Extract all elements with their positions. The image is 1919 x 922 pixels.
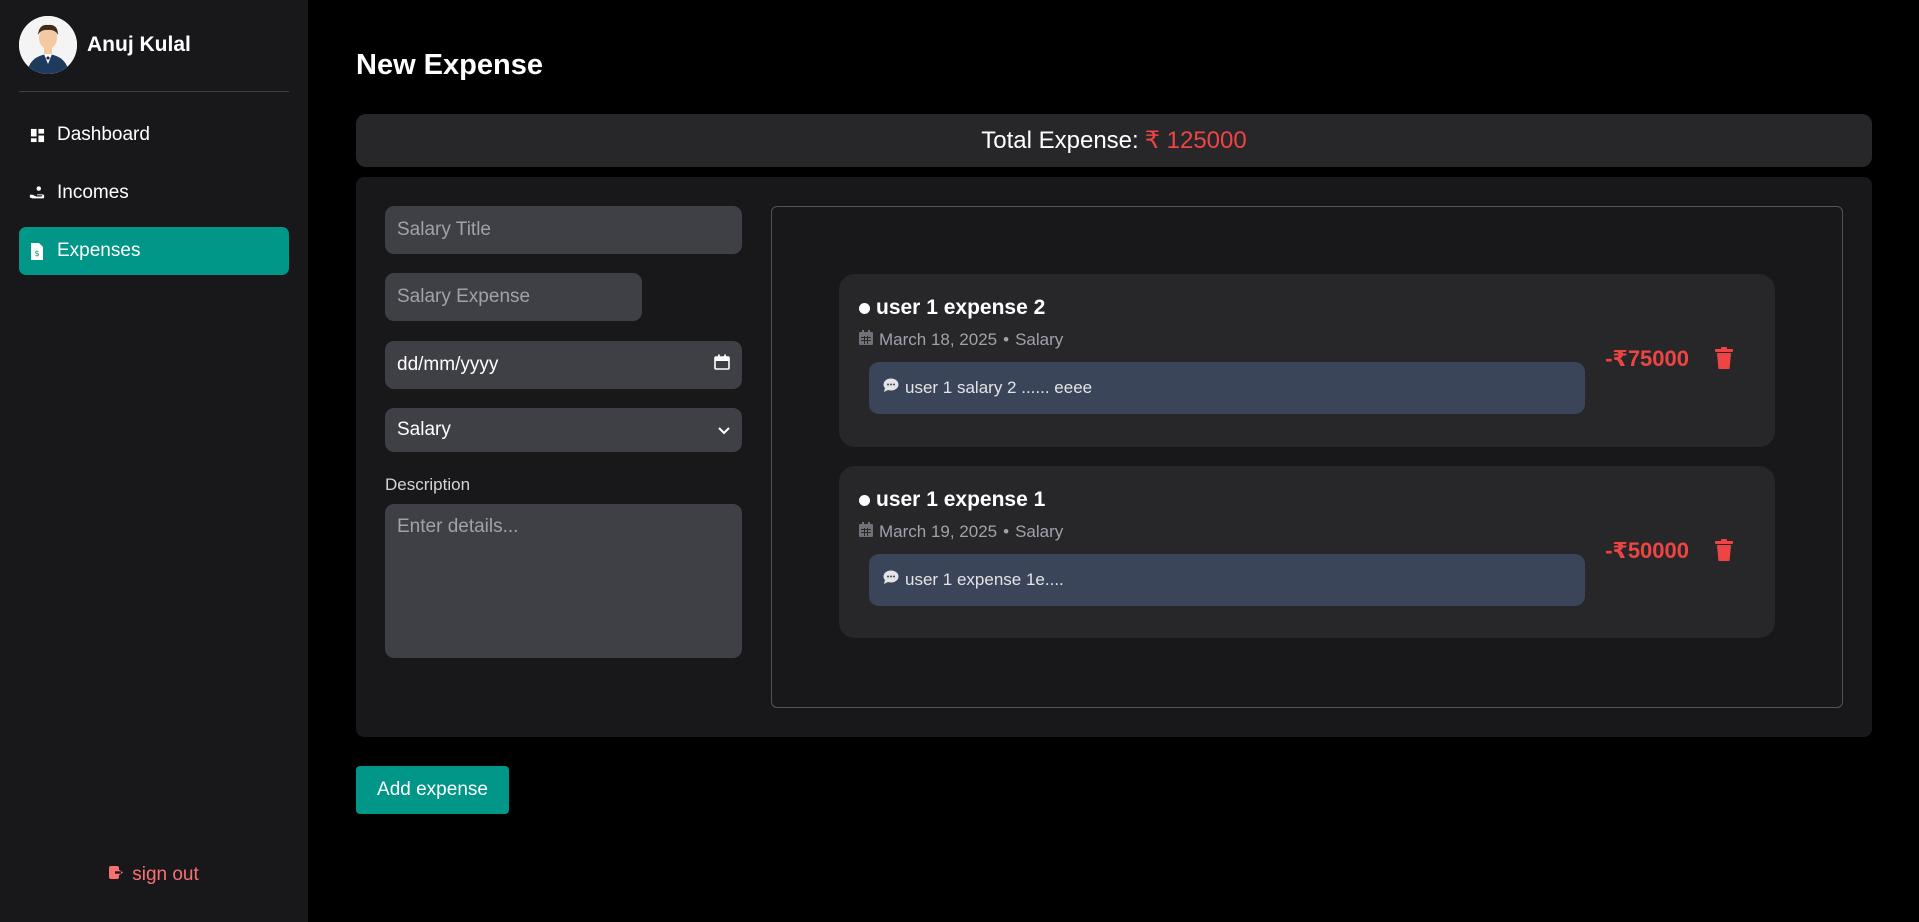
page-title: New Expense [356, 49, 543, 81]
expense-note-text: user 1 expense 1e.... [905, 570, 1064, 589]
calendar-icon[interactable] [714, 354, 730, 376]
expense-form: Salary Title Salary Expense dd/mm/yyyy S… [385, 206, 742, 708]
sidebar: Anuj Kulal Dashboard Incomes $ Expenses [0, 0, 308, 922]
description-label: Description [385, 475, 471, 494]
profile: Anuj Kulal [19, 16, 289, 92]
amount-input[interactable]: Salary Expense [385, 273, 642, 321]
expense-title: user 1 expense 1 [859, 488, 1755, 512]
expense-amount: -₹75000 [1605, 346, 1689, 371]
expense-date: March 19, 2025 [879, 522, 998, 541]
category-value: Salary [397, 419, 451, 440]
expense-date: March 18, 2025 [879, 330, 998, 349]
sidebar-item-label: Expenses [57, 240, 141, 261]
calendar-icon [859, 330, 873, 350]
meta-separator: • [1003, 330, 1010, 349]
delete-trash-icon[interactable] [1715, 539, 1733, 566]
expense-amount: -₹50000 [1605, 538, 1689, 563]
svg-text:$: $ [34, 249, 39, 258]
expense-note: user 1 expense 1e.... [869, 554, 1585, 606]
user-name: Anuj Kulal [87, 33, 191, 56]
sign-out-icon [109, 864, 126, 886]
sidebar-item-label: Incomes [57, 182, 129, 203]
calendar-icon [859, 522, 873, 542]
expense-panel: Salary Title Salary Expense dd/mm/yyyy S… [356, 177, 1872, 737]
comment-icon [883, 378, 899, 398]
total-label: Total Expense: [981, 126, 1139, 154]
expense-title: user 1 expense 2 [859, 296, 1755, 320]
bullet-dot-icon [859, 494, 870, 506]
category-select[interactable]: Salary [385, 408, 742, 452]
meta-separator: • [1003, 522, 1010, 541]
description-textarea[interactable]: Enter details... [385, 504, 742, 658]
expense-title-text: user 1 expense 2 [876, 296, 1046, 319]
expense-note-text: user 1 salary 2 ...... eeee [905, 378, 1093, 397]
dashboard-icon [29, 127, 45, 143]
sign-out-label: sign out [132, 864, 199, 885]
date-input[interactable]: dd/mm/yyyy [385, 341, 742, 389]
chevron-down-icon [718, 419, 730, 441]
total-expense-bar: Total Expense: ₹ 125000 [356, 114, 1872, 167]
avatar [19, 16, 77, 74]
expense-category: Salary [1015, 522, 1064, 541]
sidebar-item-incomes[interactable]: Incomes [19, 169, 289, 217]
hand-coin-icon [29, 185, 45, 201]
date-value: dd/mm/yyyy [397, 354, 499, 375]
title-input[interactable]: Salary Title [385, 206, 742, 254]
sidebar-item-label: Dashboard [57, 124, 150, 145]
add-expense-button[interactable]: Add expense [356, 766, 509, 814]
total-amount: ₹ 125000 [1144, 127, 1247, 154]
sidebar-nav: Dashboard Incomes $ Expenses [19, 111, 289, 275]
expense-card: user 1 expense 2 March 18, 2025 • Salary [839, 274, 1775, 447]
sidebar-item-expenses[interactable]: $ Expenses [19, 227, 289, 275]
expense-title-text: user 1 expense 1 [876, 488, 1046, 511]
sidebar-item-dashboard[interactable]: Dashboard [19, 111, 289, 159]
delete-trash-icon[interactable] [1715, 347, 1733, 374]
bullet-dot-icon [859, 302, 870, 314]
expense-card: user 1 expense 1 March 19, 2025 • Salary [839, 466, 1775, 638]
expense-note: user 1 salary 2 ...... eeee [869, 362, 1585, 414]
receipt-icon: $ [29, 242, 45, 260]
sign-out-button[interactable]: sign out [0, 864, 308, 886]
main-content: New Expense Total Expense: ₹ 125000 Sala… [308, 0, 1919, 922]
comment-icon [883, 570, 899, 590]
app-root: Anuj Kulal Dashboard Incomes $ Expenses [0, 0, 1919, 922]
expense-list: user 1 expense 2 March 18, 2025 • Salary [771, 206, 1843, 708]
expense-category: Salary [1015, 330, 1064, 349]
